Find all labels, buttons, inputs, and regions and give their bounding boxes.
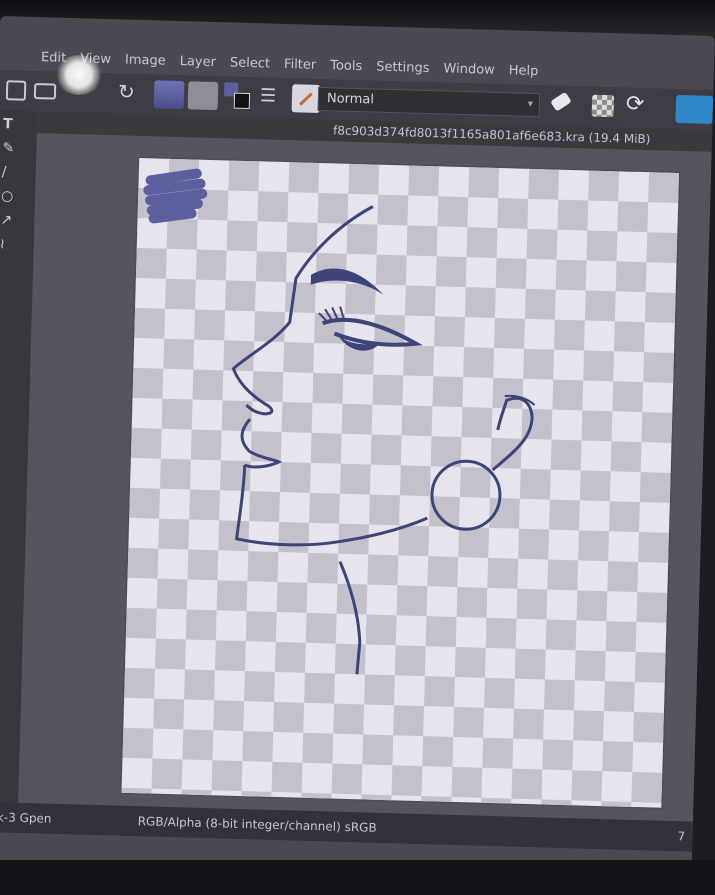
alpha-lock-icon[interactable] — [591, 94, 615, 118]
menu-select[interactable]: Select — [230, 55, 271, 71]
jaw-line — [234, 464, 428, 547]
zoom-indicator: 7 — [677, 829, 686, 844]
path-tool-icon[interactable]: ↗ — [0, 212, 12, 228]
blend-mode-value: Normal — [326, 91, 375, 108]
color-indicator[interactable] — [675, 94, 714, 124]
brush-presets-icon[interactable]: ☰ — [260, 85, 277, 106]
menu-window[interactable]: Window — [443, 61, 495, 77]
swap-colors-icon[interactable] — [223, 82, 253, 111]
menu-view[interactable]: View — [80, 51, 111, 67]
brush-icon[interactable] — [291, 84, 321, 113]
eraser-icon[interactable] — [550, 91, 572, 112]
earring — [430, 459, 502, 531]
face-profile-line — [231, 205, 374, 416]
line-tool-icon[interactable]: / — [2, 164, 7, 180]
brush-preset-name[interactable]: Ink-3 Gpen — [0, 802, 52, 834]
menu-settings[interactable]: Settings — [376, 59, 430, 75]
text-tool-icon[interactable]: T — [3, 116, 13, 132]
gradient-icon[interactable] — [153, 80, 185, 110]
open-folder-icon[interactable] — [33, 82, 57, 100]
new-document-icon[interactable] — [5, 80, 27, 101]
canvas-area[interactable] — [18, 133, 712, 822]
menu-logo — [9, 56, 27, 57]
reload-icon[interactable]: ⟳ — [626, 92, 645, 118]
menu-layer[interactable]: Layer — [180, 54, 217, 70]
neck-line — [338, 561, 362, 675]
lips-line — [240, 418, 283, 469]
menu-filter[interactable]: Filter — [284, 56, 317, 72]
ear-outline — [491, 396, 534, 472]
freehand-path-icon[interactable]: ≀ — [0, 236, 5, 252]
eye-upper-lid — [322, 317, 423, 347]
color-profile-label: RGB/Alpha (8-bit integer/channel) sRGB — [137, 814, 377, 835]
pattern-icon[interactable] — [187, 81, 219, 111]
line-art-drawing — [143, 168, 536, 675]
chevron-down-icon: ▾ — [527, 98, 534, 110]
desk-edge — [0, 860, 715, 895]
krita-window: Edit View Image Layer Select Filter Tool… — [0, 16, 715, 881]
paint-scribble — [143, 168, 208, 224]
redo-icon[interactable]: ↻ — [118, 79, 135, 103]
eyebrow — [310, 268, 384, 295]
menu-image[interactable]: Image — [125, 52, 166, 68]
menu-tools[interactable]: Tools — [330, 58, 362, 74]
ellipse-tool-icon[interactable]: ○ — [1, 188, 14, 204]
brush-tool-icon[interactable]: ✎ — [2, 140, 14, 156]
menu-help[interactable]: Help — [509, 63, 539, 79]
background-color-swatch[interactable] — [233, 92, 251, 110]
canvas-document[interactable] — [121, 157, 680, 808]
blend-mode-select[interactable]: Normal ▾ — [317, 86, 541, 118]
menu-edit[interactable]: Edit — [41, 50, 67, 66]
